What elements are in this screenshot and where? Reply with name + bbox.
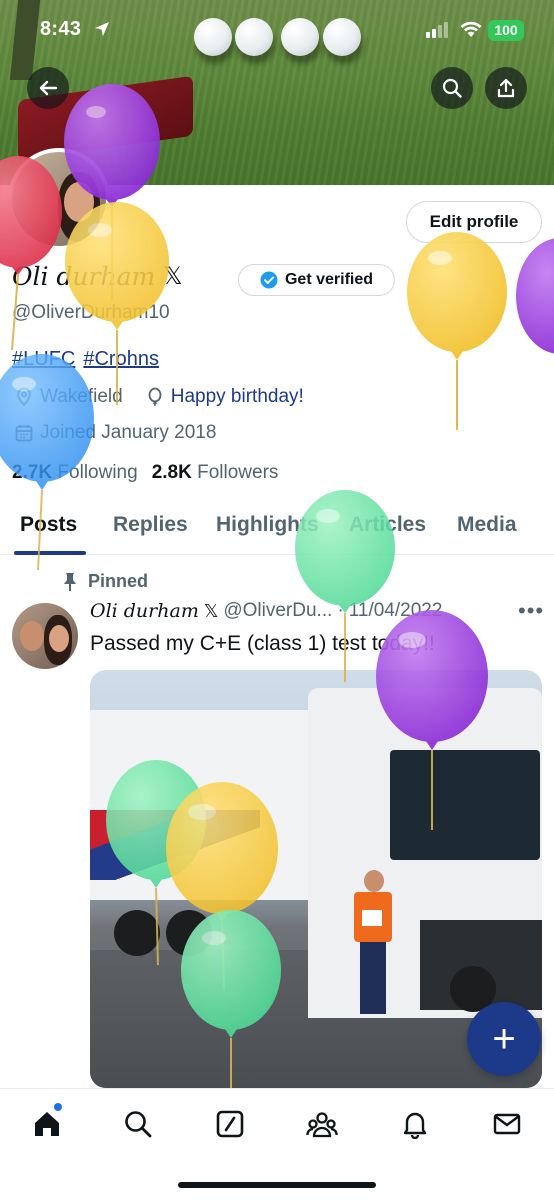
post-date[interactable]: 11/04/2022 xyxy=(349,600,443,622)
avatar-face xyxy=(20,621,44,651)
avatar-face xyxy=(64,182,94,222)
profile-avatar[interactable] xyxy=(8,148,110,250)
tab-posts[interactable]: Posts xyxy=(20,513,77,537)
post-header: Oli durham 𝕏 @OliverDu... · 11/04/2022 xyxy=(90,600,510,622)
get-verified-label: Get verified xyxy=(284,271,374,288)
image-trailer xyxy=(90,710,310,900)
back-button[interactable] xyxy=(27,67,69,109)
image-wheel xyxy=(114,910,160,956)
tab-replies[interactable]: Replies xyxy=(113,513,188,537)
post-author-avatar[interactable] xyxy=(12,603,78,669)
post-author-name[interactable]: Oli durham xyxy=(90,600,199,622)
calendar-icon xyxy=(15,425,33,442)
battery-indicator: 100 xyxy=(488,20,524,41)
pinned-label: Pinned xyxy=(88,571,149,591)
messages-icon xyxy=(493,1113,521,1135)
status-bar: 8:43 100 xyxy=(0,0,554,60)
hashtag-link[interactable]: #Crohns xyxy=(83,348,159,371)
location-arrow-icon xyxy=(94,21,110,42)
image-wheel xyxy=(166,910,212,956)
trailer-livery xyxy=(90,810,260,880)
notifications-icon xyxy=(403,1112,427,1139)
following-link[interactable]: 2.7K Following xyxy=(12,462,138,484)
followers-count: 2.8K xyxy=(151,462,192,483)
image-person xyxy=(352,870,394,1020)
hashtag-link[interactable]: #LUFC xyxy=(12,348,75,371)
tab-articles[interactable]: Articles xyxy=(349,513,426,537)
follow-counts: 2.7K Following 2.8K Followers xyxy=(12,462,278,484)
cellular-signal-icon xyxy=(426,22,448,43)
joined-date: Joined January 2018 xyxy=(40,422,217,443)
compose-post-button[interactable]: + xyxy=(467,1002,541,1076)
location-pin-icon xyxy=(17,387,31,407)
balloon-icon xyxy=(148,387,162,406)
followers-link[interactable]: 2.8K Followers xyxy=(152,462,279,484)
wifi-icon xyxy=(459,20,483,43)
profile-tabs: Posts Replies Highlights Articles Media xyxy=(0,505,554,555)
verified-badge-icon xyxy=(260,271,278,289)
avatar-face xyxy=(49,625,69,652)
edit-profile-button[interactable]: Edit profile xyxy=(406,201,542,243)
balloon-yellow xyxy=(407,232,507,430)
x-logo-icon: 𝕏 xyxy=(163,263,183,290)
profile-name-row: Oli durham 𝕏 xyxy=(12,262,183,291)
post-more-button[interactable]: ••• xyxy=(518,598,544,624)
nav-messages[interactable] xyxy=(490,1107,524,1141)
person-head xyxy=(364,870,384,892)
image-truck-window xyxy=(390,750,540,860)
post-author-handle[interactable]: @OliverDu... xyxy=(223,600,332,622)
notification-dot xyxy=(54,1103,62,1111)
following-label: Following xyxy=(57,462,138,483)
following-count: 2.7K xyxy=(12,462,53,483)
pinned-label-row: Pinned xyxy=(62,571,148,592)
balloon-purple xyxy=(516,238,554,354)
back-arrow-icon xyxy=(39,80,58,96)
nav-notifications[interactable] xyxy=(398,1107,432,1141)
compose-icon xyxy=(216,1110,244,1138)
post-separator: · xyxy=(337,600,344,621)
pin-icon xyxy=(64,572,76,591)
followers-label: Followers xyxy=(197,462,279,483)
home-indicator xyxy=(178,1182,376,1188)
search-icon xyxy=(125,1111,152,1138)
profile-meta-row: Wakefield Happy birthday! xyxy=(14,386,304,408)
nav-grok[interactable] xyxy=(213,1107,247,1141)
nav-search[interactable] xyxy=(121,1107,155,1141)
bio-hashtags: #LUFC #Crohns xyxy=(12,348,159,371)
share-button[interactable] xyxy=(485,67,527,109)
search-button[interactable] xyxy=(431,67,473,109)
communities-icon xyxy=(306,1112,338,1138)
nav-home[interactable] xyxy=(30,1107,64,1141)
person-legs xyxy=(360,942,386,1014)
share-icon xyxy=(497,78,515,98)
search-icon xyxy=(442,78,462,98)
tab-media[interactable]: Media xyxy=(457,513,517,537)
profile-name: Oli durham xyxy=(12,262,156,291)
x-logo-icon: 𝕏 xyxy=(203,600,219,621)
avatar-face xyxy=(24,178,58,220)
tab-highlights[interactable]: Highlights xyxy=(216,513,319,537)
profile-joined-row: Joined January 2018 xyxy=(14,422,216,444)
person-certificate xyxy=(362,910,382,926)
get-verified-button[interactable]: Get verified xyxy=(238,264,395,296)
profile-handle: @OliverDurham10 xyxy=(12,302,170,323)
status-time: 8:43 xyxy=(40,18,82,40)
active-tab-indicator xyxy=(14,551,86,555)
post-text: Passed my C+E (class 1) test today!! xyxy=(90,632,435,655)
home-icon xyxy=(35,1112,59,1136)
birthday-text: Happy birthday! xyxy=(170,386,304,407)
nav-communities[interactable] xyxy=(305,1107,339,1141)
profile-location: Wakefield xyxy=(40,386,123,407)
